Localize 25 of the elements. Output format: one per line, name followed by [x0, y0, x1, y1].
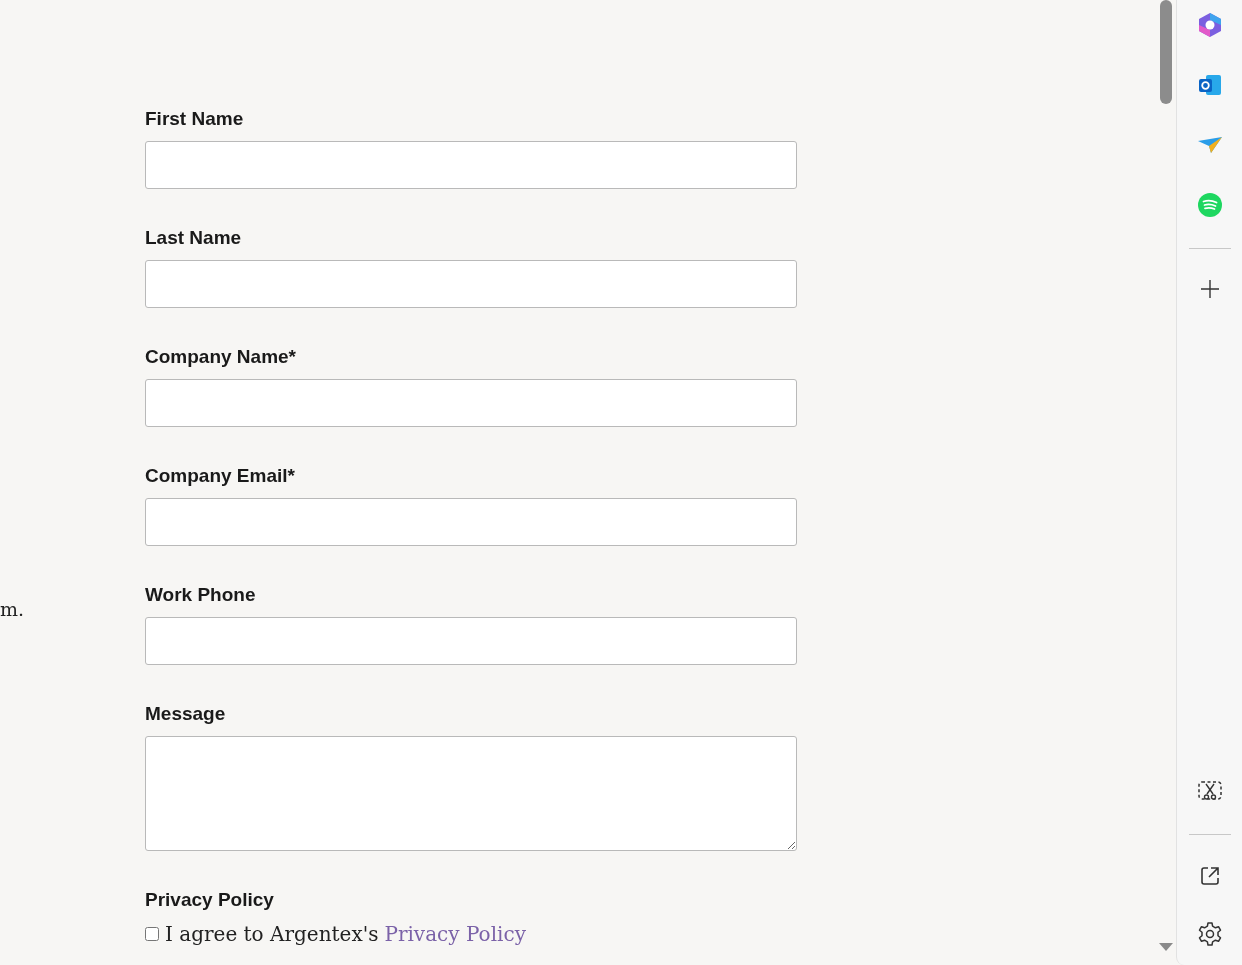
checkbox[interactable] — [145, 927, 159, 941]
external-link-icon[interactable] — [1198, 865, 1221, 887]
field-label: Company Name* — [145, 345, 297, 369]
field-label: First Name — [145, 107, 245, 131]
message-field[interactable] — [145, 736, 797, 851]
music-app-icon[interactable] — [1196, 192, 1223, 218]
scrollbar-thumb[interactable] — [1160, 0, 1172, 104]
paragraph-text: m. — [0, 598, 25, 620]
input-field[interactable] — [145, 379, 797, 427]
field-label: Message — [145, 702, 227, 726]
field-label: Company Email* — [145, 464, 296, 488]
field-label: Work Phone — [145, 583, 257, 607]
input-field[interactable] — [145, 141, 797, 189]
field-label: Last Name — [145, 226, 243, 250]
agreement-text: I agree to Argentex's — [165, 922, 379, 946]
mail-app-icon[interactable] — [1196, 72, 1223, 98]
input-field[interactable] — [145, 617, 797, 665]
input-field[interactable] — [145, 260, 797, 308]
hexagon-logo-icon[interactable] — [1196, 12, 1223, 38]
input-field[interactable] — [145, 498, 797, 546]
settings-icon[interactable] — [1196, 921, 1223, 947]
privacy-policy-link[interactable]: Privacy Policy — [384, 922, 526, 946]
section-heading: Privacy Policy — [145, 888, 275, 912]
scroll-down-arrow-icon[interactable] — [1159, 943, 1173, 951]
add-icon[interactable] — [1199, 279, 1220, 299]
